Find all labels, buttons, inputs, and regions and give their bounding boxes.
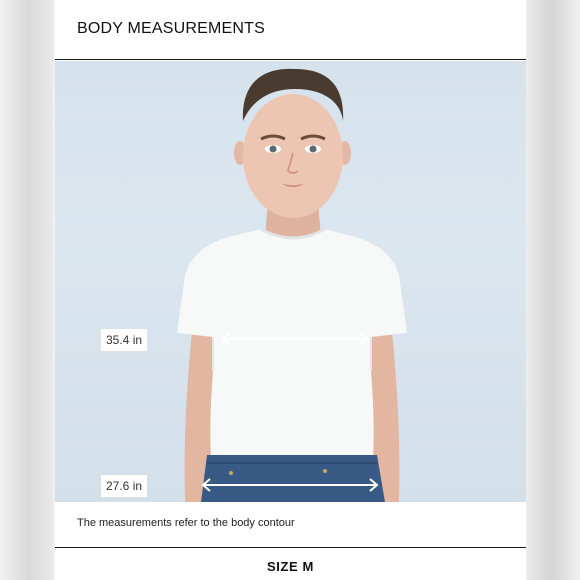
size-label[interactable]: SIZE M bbox=[55, 559, 526, 574]
model-photo: 35.4 in 27.6 in bbox=[55, 61, 526, 502]
size-bar[interactable]: SIZE M bbox=[55, 547, 526, 580]
page-title: BODY MEASUREMENTS bbox=[77, 20, 266, 37]
rivet-shape bbox=[229, 471, 233, 475]
waist-measurement-label: 27.6 in bbox=[101, 475, 148, 497]
face-shape bbox=[243, 94, 343, 218]
measurement-note: The measurements refer to the body conto… bbox=[77, 517, 295, 529]
right-iris-shape bbox=[309, 145, 317, 153]
measurements-panel: BODY MEASUREMENTS 35.4 in 27.6 in The me… bbox=[55, 0, 526, 580]
model-illustration bbox=[177, 68, 407, 502]
left-iris-shape bbox=[269, 145, 277, 153]
chest-measurement-label: 35.4 in bbox=[101, 329, 148, 351]
rivet-shape bbox=[323, 469, 327, 473]
panel-header: BODY MEASUREMENTS bbox=[55, 0, 526, 60]
